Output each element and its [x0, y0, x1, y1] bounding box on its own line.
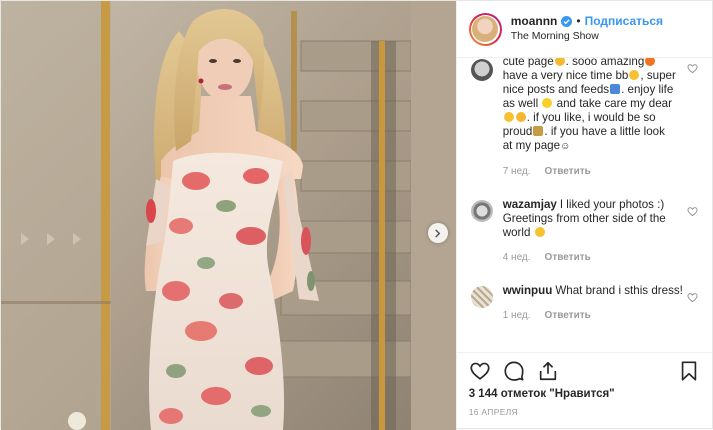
emoji-smiley-outline-icon: ☺ — [560, 141, 571, 152]
emoji-person-bowing-icon — [533, 126, 544, 136]
comment-meta: 7 нед. Ответить — [503, 165, 688, 179]
comment-body: cute page . sooo amazing have a very nice… — [503, 58, 688, 179]
next-photo-button[interactable] — [427, 223, 448, 243]
comment-avatar[interactable] — [470, 286, 493, 308]
comments-list[interactable]: cute page . sooo amazing have a very nice… — [457, 58, 712, 352]
separator-dot: • — [576, 14, 581, 28]
likes-count: 3 144 отметок "Нравится" — [457, 388, 712, 400]
likes-count-text[interactable]: 3 144 отметок — [469, 388, 546, 400]
comment-text-part: and take care my dear — [556, 97, 672, 110]
comment-text-part: have a very nice time bb — [502, 69, 629, 82]
comment-time[interactable]: 4 нед. — [503, 251, 531, 265]
comment-text-part: proud — [502, 125, 533, 138]
follow-button[interactable]: Подписаться — [585, 14, 663, 29]
comment-item: wwinpuu What brand i sthis dress! 1 нед. … — [470, 284, 698, 323]
comment-like-icon[interactable] — [687, 292, 698, 303]
comment-text-part: at my page — [502, 139, 561, 152]
comment-text-part: as well — [502, 97, 539, 110]
emoji-blush-icon — [503, 112, 514, 122]
avatar-image — [472, 16, 499, 42]
comment-text-part: . if you like, i would be so — [526, 111, 656, 124]
heart-icon[interactable] — [469, 360, 491, 382]
comment-username[interactable]: wwinpuu — [503, 284, 553, 297]
post-sidebar: moannn • Подписаться The Morning Show cu… — [455, 1, 712, 430]
comment-icon[interactable] — [503, 360, 525, 382]
verified-badge-icon — [561, 16, 573, 27]
header-text: moannn • Подписаться The Morning Show — [511, 14, 663, 44]
comment-time[interactable]: 7 нед. — [503, 165, 531, 179]
comment-text-part: nice posts and feeds — [502, 83, 610, 96]
comment-avatar[interactable] — [470, 59, 493, 81]
share-icon[interactable] — [537, 360, 559, 382]
comment-username[interactable]: wazamjay — [503, 198, 557, 211]
comment-item: cute page . sooo amazing have a very nice… — [470, 58, 698, 179]
reply-button[interactable]: Ответить — [545, 251, 591, 265]
comment-text: wazamjay I liked your photos :) Greetings… — [503, 198, 688, 240]
reply-button[interactable]: Ответить — [545, 165, 591, 179]
avatar-inner — [470, 14, 500, 44]
likes-link[interactable]: "Нравится" — [549, 388, 614, 400]
post-header: moannn • Подписаться The Morning Show — [456, 1, 712, 58]
comment-like-icon[interactable] — [687, 206, 698, 217]
comment-item: wazamjay I liked your photos :) Greetings… — [470, 198, 698, 265]
username-link[interactable]: moannn — [511, 14, 558, 29]
post-date[interactable]: 16 АПРЕЛЯ — [457, 400, 712, 417]
bookmark-icon[interactable] — [678, 360, 700, 382]
comment-like-icon[interactable] — [687, 63, 698, 74]
emoji-sun-icon — [542, 98, 553, 108]
comment-text-part: . if you have a little look — [544, 125, 665, 138]
photo-image — [1, 1, 456, 430]
header-line: moannn • Подписаться — [511, 14, 663, 29]
comment-body: wazamjay I liked your photos :) Greetings… — [503, 198, 688, 265]
action-bar — [456, 352, 712, 388]
post-modal: moannn • Подписаться The Morning Show cu… — [0, 0, 713, 430]
comment-meta: 1 нед. Ответить — [503, 309, 688, 323]
emoji-fire-icon — [645, 58, 656, 66]
comment-text-part: , super — [640, 69, 676, 82]
comment-body: wwinpuu What brand i sthis dress! 1 нед. … — [503, 284, 688, 323]
comment-text-part: cute page — [502, 58, 554, 68]
reply-button[interactable]: Ответить — [545, 309, 591, 323]
emoji-smile-icon — [534, 227, 545, 237]
emoji-smile-icon — [629, 70, 640, 80]
comment-avatar[interactable] — [470, 200, 493, 222]
emoji-heart-eyes-icon — [554, 58, 565, 66]
emoji-screaming-icon — [610, 84, 621, 94]
comment-time[interactable]: 1 нед. — [503, 309, 531, 323]
post-photo[interactable] — [1, 1, 456, 430]
comment-text-part: . sooo amazing — [565, 58, 645, 68]
comment-text: cute page . sooo amazing have a very nice… — [503, 58, 688, 154]
comment-text-part: What brand i sthis dress! — [555, 284, 683, 297]
comment-meta: 4 нед. Ответить — [503, 251, 688, 265]
comment-text-part: . enjoy life — [621, 83, 674, 96]
chevron-right-icon — [435, 228, 441, 238]
avatar[interactable] — [468, 12, 502, 46]
comment-text: wwinpuu What brand i sthis dress! — [503, 284, 688, 298]
emoji-wink-icon — [515, 112, 526, 122]
location-link[interactable]: The Morning Show — [511, 29, 663, 44]
